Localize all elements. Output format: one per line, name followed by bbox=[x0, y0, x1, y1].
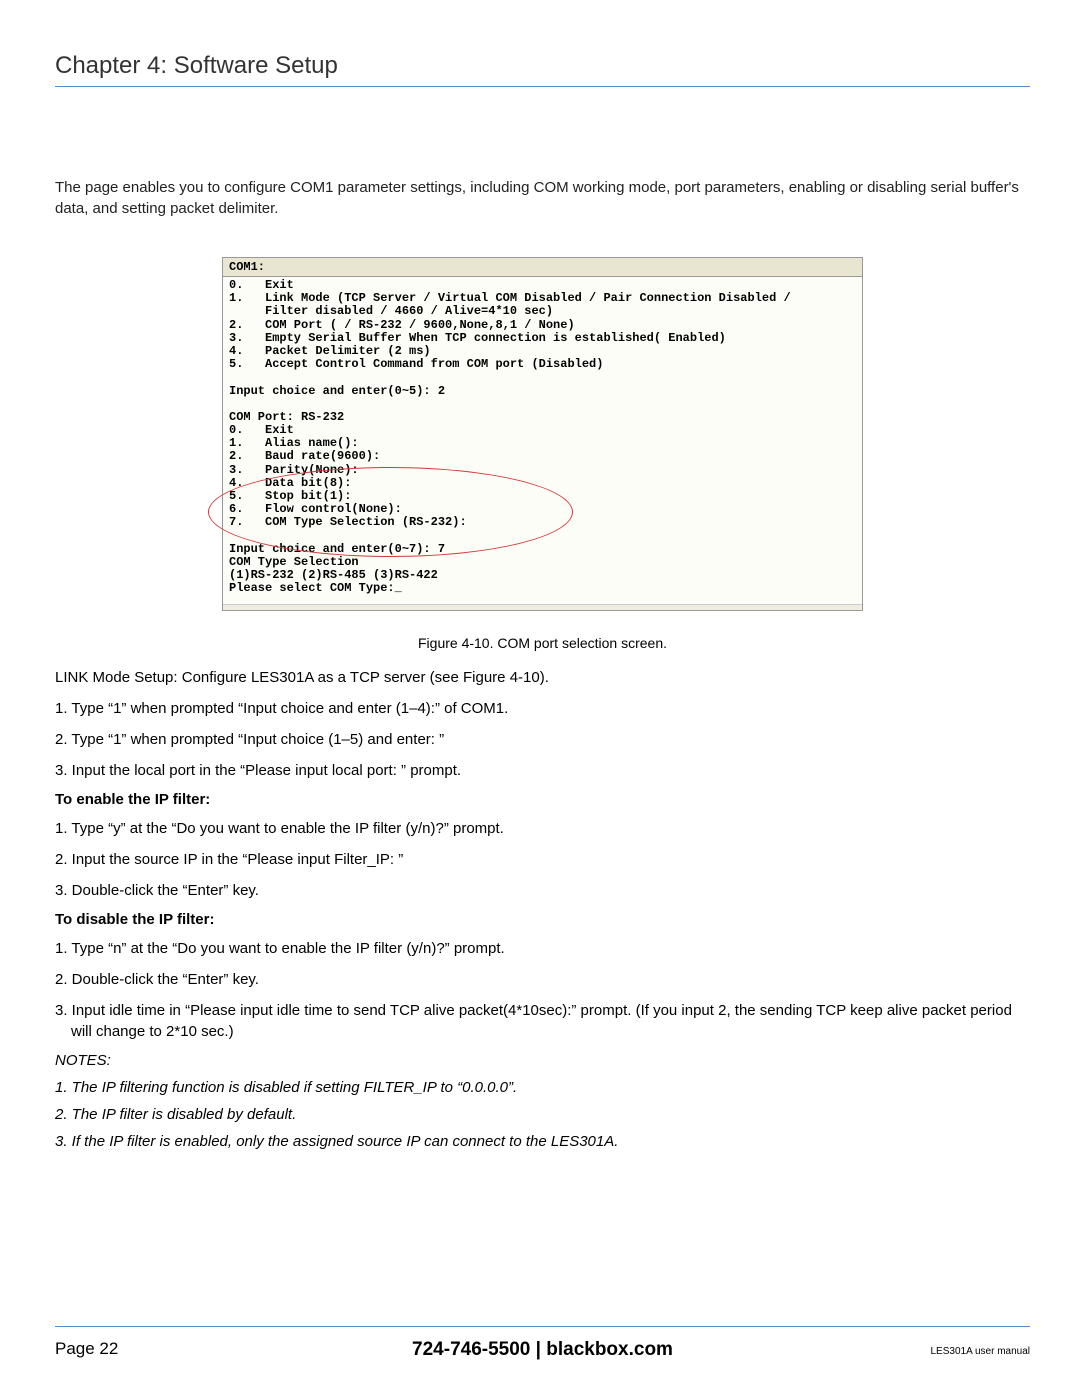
list-item: 2. Input the source IP in the “Please in… bbox=[55, 849, 1030, 870]
terminal-screenshot: COM1: 0. Exit 1. Link Mode (TCP Server /… bbox=[222, 257, 863, 611]
list-item: 3. Input the local port in the “Please i… bbox=[55, 760, 1030, 781]
list-item: 2. Type “1” when prompted “Input choice … bbox=[55, 729, 1030, 750]
list-item: 1. Type “1” when prompted “Input choice … bbox=[55, 698, 1030, 719]
terminal-text: 0. Exit 1. Link Mode (TCP Server / Virtu… bbox=[229, 278, 791, 595]
list-item: 1. The IP filtering function is disabled… bbox=[55, 1079, 1030, 1096]
terminal-header: COM1: bbox=[222, 257, 863, 276]
disable-heading: To disable the IP filter: bbox=[55, 911, 1030, 928]
chapter-title: Chapter 4: Software Setup bbox=[55, 52, 1030, 87]
notes-title: NOTES: bbox=[55, 1052, 1030, 1069]
page-number: Page 22 bbox=[55, 1339, 118, 1359]
enable-heading: To enable the IP filter: bbox=[55, 791, 1030, 808]
terminal-body: 0. Exit 1. Link Mode (TCP Server / Virtu… bbox=[222, 276, 863, 611]
footer-right: LES301A user manual bbox=[930, 1346, 1030, 1357]
notes-list: 1. The IP filtering function is disabled… bbox=[55, 1079, 1030, 1150]
list-item: 2. The IP filter is disabled by default. bbox=[55, 1106, 1030, 1123]
enable-steps-list: 1. Type “y” at the “Do you want to enabl… bbox=[55, 818, 1030, 901]
main-steps-list: 1. Type “1” when prompted “Input choice … bbox=[55, 698, 1030, 781]
list-item: 1. Type “n” at the “Do you want to enabl… bbox=[55, 938, 1030, 959]
list-item: 3. If the IP filter is enabled, only the… bbox=[55, 1133, 1030, 1150]
footer-center: 724-746-5500 | blackbox.com bbox=[412, 1339, 673, 1361]
page-footer: Page 22 724-746-5500 | blackbox.com LES3… bbox=[55, 1326, 1030, 1359]
figure-caption: Figure 4-10. COM port selection screen. bbox=[55, 635, 1030, 651]
list-item: 1. Type “y” at the “Do you want to enabl… bbox=[55, 818, 1030, 839]
list-item: 3. Double-click the “Enter” key. bbox=[55, 880, 1030, 901]
list-item: 2. Double-click the “Enter” key. bbox=[55, 969, 1030, 990]
disable-steps-list: 1. Type “n” at the “Do you want to enabl… bbox=[55, 938, 1030, 1042]
link-mode-intro: LINK Mode Setup: Configure LES301A as a … bbox=[55, 667, 1030, 688]
intro-paragraph: The page enables you to configure COM1 p… bbox=[55, 177, 1030, 219]
list-item: 3. Input idle time in “Please input idle… bbox=[55, 1000, 1030, 1042]
